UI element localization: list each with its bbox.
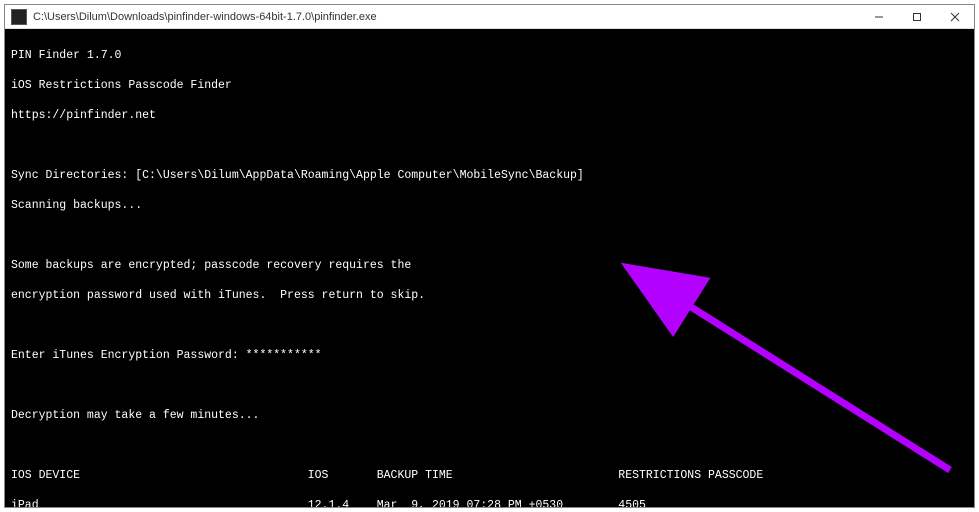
blank-line <box>11 228 968 243</box>
app-window: C:\Users\Dilum\Downloads\pinfinder-windo… <box>4 4 975 508</box>
maximize-icon <box>912 12 922 22</box>
password-prompt: Enter iTunes Encryption Password: ******… <box>11 348 968 363</box>
table-row: iPad 12.1.4 Mar 9, 2019 07:28 PM +0530 4… <box>11 498 968 507</box>
close-icon <box>950 12 960 22</box>
blank-line <box>11 138 968 153</box>
maximize-button[interactable] <box>898 5 936 28</box>
titlebar[interactable]: C:\Users\Dilum\Downloads\pinfinder-windo… <box>5 5 974 29</box>
minimize-button[interactable] <box>860 5 898 28</box>
window-controls <box>860 5 974 28</box>
blank-line <box>11 378 968 393</box>
sync-dir-line: Sync Directories: [C:\Users\Dilum\AppDat… <box>11 168 968 183</box>
decrypting-line: Decryption may take a few minutes... <box>11 408 968 423</box>
table-header: IOS DEVICE IOS BACKUP TIME RESTRICTIONS … <box>11 468 968 483</box>
header-line: PIN Finder 1.7.0 <box>11 48 968 63</box>
app-icon <box>11 9 27 25</box>
encrypted-msg: encryption password used with iTunes. Pr… <box>11 288 968 303</box>
scanning-line: Scanning backups... <box>11 198 968 213</box>
encrypted-msg: Some backups are encrypted; passcode rec… <box>11 258 968 273</box>
window-title: C:\Users\Dilum\Downloads\pinfinder-windo… <box>33 11 860 23</box>
minimize-icon <box>874 12 884 22</box>
close-button[interactable] <box>936 5 974 28</box>
header-line: iOS Restrictions Passcode Finder <box>11 78 968 93</box>
header-line: https://pinfinder.net <box>11 108 968 123</box>
blank-line <box>11 438 968 453</box>
console-output[interactable]: PIN Finder 1.7.0 iOS Restrictions Passco… <box>5 29 974 507</box>
blank-line <box>11 318 968 333</box>
